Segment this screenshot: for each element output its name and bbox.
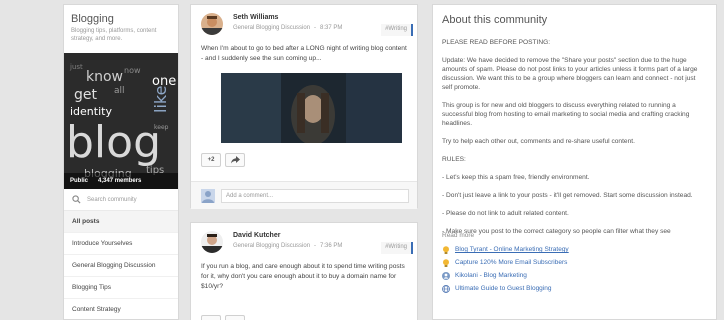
about-paragraph: - Please do not link to adult related co… <box>442 210 569 217</box>
cloud-word: now <box>124 66 141 75</box>
lightbulb-icon <box>443 258 449 267</box>
post-header: Seth Williams General Blogging Discussio… <box>191 5 417 41</box>
related-link-label[interactable]: Capture 120% More Email Subscribers <box>455 259 567 266</box>
post-category[interactable]: General Blogging Discussion <box>233 243 310 249</box>
plus-one-button[interactable]: +2 <box>201 153 221 167</box>
add-comment-input[interactable]: Add a comment... <box>221 188 409 203</box>
related-link-label[interactable]: Ultimate Guide to Guest Blogging <box>455 285 551 292</box>
word-cloud-image: know one get like identity blog blogging… <box>64 53 178 189</box>
community-title[interactable]: Blogging <box>64 5 178 27</box>
lightbulb-icon <box>443 245 449 254</box>
cloud-word: blog <box>66 117 161 168</box>
community-description: Blogging tips, platforms, content strate… <box>71 28 157 42</box>
share-button[interactable] <box>225 315 245 320</box>
comment-bar: Add a comment... <box>191 181 417 209</box>
person-icon <box>442 271 450 280</box>
hashtag-badge[interactable]: #Writing <box>381 24 413 36</box>
related-link[interactable]: Capture 120% More Email Subscribers <box>442 256 707 269</box>
post-text: When I'm about to go to bed after a LONG… <box>201 45 407 62</box>
about-paragraph: - Let's keep this a spam free, friendly … <box>442 174 590 181</box>
hashtag-badge[interactable]: #Writing <box>381 242 413 254</box>
post-meta: General Blogging Discussion -8:37 PM <box>233 25 343 31</box>
post-card: David Kutcher General Blogging Discussio… <box>190 222 418 320</box>
search-community[interactable]: Search community <box>64 189 178 211</box>
nav-all-posts[interactable]: All posts <box>64 211 178 233</box>
post-author[interactable]: Seth Williams <box>233 14 278 21</box>
post-image[interactable] <box>221 73 402 143</box>
post-category[interactable]: General Blogging Discussion <box>233 25 310 31</box>
post-header: David Kutcher General Blogging Discussio… <box>191 223 417 259</box>
about-body: PLEASE READ BEFORE POSTING: Update: We h… <box>442 38 707 236</box>
plus-one-button[interactable] <box>201 315 221 320</box>
share-button[interactable] <box>225 153 245 167</box>
cloud-word: all <box>114 86 125 96</box>
related-link-label[interactable]: Blog Tyrant - Online Marketing Strategy <box>455 246 569 253</box>
related-link-label[interactable]: Kikolani - Blog Marketing <box>455 272 527 279</box>
about-paragraph: RULES: <box>442 156 466 163</box>
post-card: Seth Williams General Blogging Discussio… <box>190 4 418 209</box>
related-link[interactable]: Kikolani - Blog Marketing <box>442 269 707 282</box>
about-title: About this community <box>442 14 548 26</box>
globe-icon <box>442 284 450 293</box>
post-actions <box>201 315 245 320</box>
avatar[interactable] <box>201 231 223 253</box>
about-paragraph: - Make sure you post to the correct cate… <box>442 228 671 235</box>
search-placeholder[interactable]: Search community <box>87 197 137 203</box>
nav-blogging-tips[interactable]: Blogging Tips <box>64 277 178 299</box>
member-count[interactable]: 4,347 members <box>98 178 141 184</box>
about-paragraph: Update: We have decided to remove the "S… <box>442 57 698 91</box>
person-icon <box>202 190 214 203</box>
cloud-word: get <box>74 87 98 103</box>
about-community-panel: About this community PLEASE READ BEFORE … <box>432 4 717 320</box>
about-paragraph: PLEASE READ BEFORE POSTING: <box>442 39 551 46</box>
cloud-word: know <box>86 69 123 85</box>
nav-content-strategy[interactable]: Content Strategy <box>64 299 178 319</box>
post-meta: General Blogging Discussion -7:36 PM <box>233 243 343 249</box>
post-text: If you run a blog, and care enough about… <box>201 263 405 290</box>
avatar[interactable] <box>201 13 223 35</box>
related-links: Blog Tyrant - Online Marketing Strategy … <box>442 243 707 295</box>
community-sidebar: Blogging Blogging tips, platforms, conte… <box>63 4 179 320</box>
search-icon <box>72 195 81 204</box>
user-avatar <box>201 188 215 203</box>
privacy-label: Public <box>70 178 89 184</box>
nav-introduce-yourselves[interactable]: Introduce Yourselves <box>64 233 178 255</box>
share-icon <box>230 156 240 164</box>
related-link[interactable]: Ultimate Guide to Guest Blogging <box>442 282 707 295</box>
post-actions: +2 <box>201 153 245 167</box>
post-time[interactable]: 8:37 PM <box>320 25 342 31</box>
cloud-word: like <box>151 86 170 113</box>
category-nav: All posts Introduce Yourselves General B… <box>64 211 178 319</box>
cloud-word: just <box>69 63 83 71</box>
post-time[interactable]: 7:36 PM <box>320 243 342 249</box>
nav-general-discussion[interactable]: General Blogging Discussion <box>64 255 178 277</box>
about-paragraph: - Don't just leave a link to your posts … <box>442 192 693 199</box>
related-link[interactable]: Blog Tyrant - Online Marketing Strategy <box>442 243 707 256</box>
community-meta: Public 4,347 members <box>64 173 178 189</box>
about-paragraph: Try to help each other out, comments and… <box>442 138 635 145</box>
community-cover-image: know one get like identity blog blogging… <box>64 53 178 189</box>
post-author[interactable]: David Kutcher <box>233 232 280 239</box>
about-paragraph: This group is for new and old bloggers t… <box>442 102 690 127</box>
cloud-word: keep <box>154 124 169 131</box>
